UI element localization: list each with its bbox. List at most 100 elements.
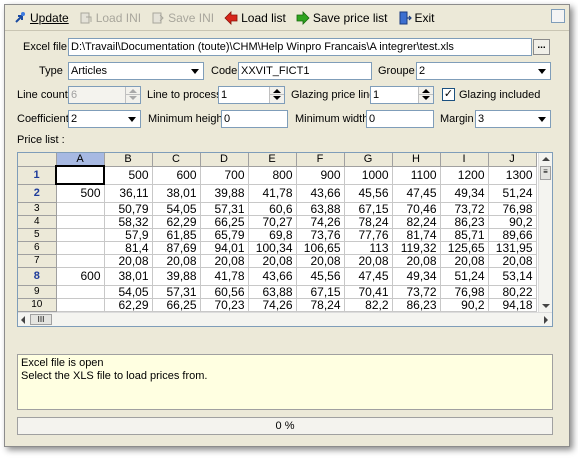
grid-cell[interactable]: 20,08	[104, 254, 153, 268]
grid-cell[interactable]	[56, 285, 105, 299]
grid-cell[interactable]: 800	[248, 166, 297, 185]
grid-cell[interactable]: 54,05	[104, 285, 153, 299]
grid-cell[interactable]	[56, 241, 105, 255]
chevron-down-icon[interactable]	[187, 63, 203, 79]
grid-cell[interactable]: 20,08	[392, 254, 441, 268]
grid-cell[interactable]: 94,18	[488, 298, 537, 312]
grid-cell[interactable]: 65,79	[200, 228, 249, 242]
grid-cell[interactable]: 53,14	[488, 267, 537, 286]
grid-cell[interactable]: 87,69	[152, 241, 201, 255]
grid-cell[interactable]: 49,34	[392, 267, 441, 286]
grid-cell[interactable]: 61,85	[152, 228, 201, 242]
row-header[interactable]: 3	[18, 202, 57, 216]
row-header[interactable]: 2	[18, 184, 57, 203]
update-button[interactable]: Update	[11, 7, 71, 29]
glazing-price-line-spinner[interactable]: 1	[370, 86, 434, 104]
grid-cell[interactable]: 43,66	[296, 184, 345, 203]
grid-cell[interactable]: 106,65	[296, 241, 345, 255]
column-header[interactable]: J	[488, 153, 537, 167]
grid-cell[interactable]: 85,71	[440, 228, 489, 242]
row-header[interactable]: 1	[18, 166, 57, 185]
grid-cell[interactable]: 81,74	[392, 228, 441, 242]
grid-cell[interactable]: 86,23	[392, 298, 441, 312]
glazing-included-checkbox[interactable]: ✓	[442, 88, 455, 101]
grid-cell[interactable]: 39,88	[200, 184, 249, 203]
grid-cell[interactable]: 90,2	[440, 298, 489, 312]
grid-cell[interactable]: 73,72	[440, 202, 489, 216]
grid-cell[interactable]: 41,78	[200, 267, 249, 286]
column-header[interactable]: A	[56, 153, 105, 167]
groupe-select[interactable]: 2	[416, 62, 551, 80]
grid-cell[interactable]: 89,66	[488, 228, 537, 242]
column-header[interactable]: F	[296, 153, 345, 167]
column-header[interactable]: H	[392, 153, 441, 167]
line-to-process-spinner[interactable]: 1	[218, 86, 285, 104]
grid-cell[interactable]: 81,4	[104, 241, 153, 255]
scroll-down-icon[interactable]	[542, 304, 550, 308]
grid-cell[interactable]: 57,31	[200, 202, 249, 216]
browse-file-button[interactable]: ...	[533, 39, 550, 55]
grid-cell[interactable]: 600	[152, 166, 201, 185]
grid-cell[interactable]: 62,29	[152, 215, 201, 229]
grid-cell[interactable]: 51,24	[488, 184, 537, 203]
corner-toggle-button[interactable]	[551, 9, 565, 23]
grid-cell[interactable]: 70,46	[392, 202, 441, 216]
grid-cell[interactable]: 700	[200, 166, 249, 185]
grid-cell[interactable]: 76,98	[488, 202, 537, 216]
grid-cell[interactable]: 82,24	[392, 215, 441, 229]
row-header[interactable]: 10	[18, 298, 57, 312]
grid-cell[interactable]: 90,2	[488, 215, 537, 229]
grid-cell[interactable]	[56, 254, 105, 268]
grid-cell[interactable]: 20,08	[152, 254, 201, 268]
grid-cell[interactable]: 69,8	[248, 228, 297, 242]
grid-cell[interactable]: 67,15	[344, 202, 393, 216]
column-header[interactable]: E	[248, 153, 297, 167]
grid-cell[interactable]: 45,56	[344, 184, 393, 203]
grid-cell[interactable]: 54,05	[152, 202, 201, 216]
chevron-down-icon[interactable]	[124, 111, 140, 127]
scroll-left-icon[interactable]	[21, 316, 25, 324]
grid-cell[interactable]: 70,27	[248, 215, 297, 229]
grid-cell[interactable]: 38,01	[152, 184, 201, 203]
grid-cell[interactable]: 900	[296, 166, 345, 185]
grid-cell[interactable]: 36,11	[104, 184, 153, 203]
row-header[interactable]: 4	[18, 215, 57, 229]
type-select[interactable]: Articles	[68, 62, 204, 80]
column-header[interactable]: D	[200, 153, 249, 167]
grid-cell[interactable]: 113	[344, 241, 393, 255]
grid-cell[interactable]: 125,65	[440, 241, 489, 255]
grid-cell[interactable]: 43,66	[248, 267, 297, 286]
grid-cell[interactable]: 62,29	[104, 298, 153, 312]
grid-cell[interactable]: 49,34	[440, 184, 489, 203]
grid-cell[interactable]: 131,95	[488, 241, 537, 255]
grid-cell[interactable]: 70,41	[344, 285, 393, 299]
grid-cell[interactable]: 20,08	[248, 254, 297, 268]
margin-select[interactable]: 3	[475, 110, 551, 128]
grid-cell[interactable]: 47,45	[344, 267, 393, 286]
coefficient-select[interactable]: 2	[68, 110, 141, 128]
scroll-right-icon[interactable]	[544, 316, 548, 324]
grid-cell[interactable]: 20,08	[440, 254, 489, 268]
grid-cell[interactable]: 1300	[488, 166, 537, 185]
grid-cell[interactable]: 39,88	[152, 267, 201, 286]
column-header[interactable]: B	[104, 153, 153, 167]
save-ini-button[interactable]: Save INI	[149, 7, 216, 29]
load-ini-button[interactable]: Load INI	[77, 7, 143, 29]
minimum-height-field[interactable]: 0	[221, 110, 288, 128]
grid-cell[interactable]: 20,08	[296, 254, 345, 268]
scroll-up-icon[interactable]	[542, 157, 550, 161]
column-header[interactable]: I	[440, 153, 489, 167]
grid-cell[interactable]: 119,32	[392, 241, 441, 255]
grid-cell[interactable]: 20,08	[344, 254, 393, 268]
grid-cell[interactable]: 600	[56, 267, 105, 286]
grid-cell[interactable]	[56, 298, 105, 312]
grid-cell[interactable]: 74,26	[296, 215, 345, 229]
grid-cell[interactable]	[56, 215, 105, 229]
grid-cell[interactable]: 41,78	[248, 184, 297, 203]
grid-cell[interactable]: 77,76	[344, 228, 393, 242]
grid-cell[interactable]: 80,22	[488, 285, 537, 299]
column-header[interactable]: C	[152, 153, 201, 167]
grid-cell[interactable]: 20,08	[488, 254, 537, 268]
grid-cell[interactable]: 70,23	[200, 298, 249, 312]
row-header[interactable]: 8	[18, 267, 57, 286]
